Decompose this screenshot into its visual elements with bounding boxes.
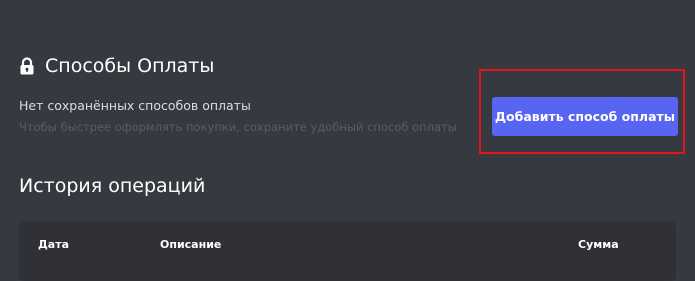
transaction-history-title: История операций (19, 175, 206, 197)
column-header-amount: Сумма (578, 238, 619, 251)
payment-methods-header: Способы Оплаты (19, 54, 214, 78)
transaction-history-table: Дата Описание Сумма (19, 221, 676, 281)
add-payment-method-button[interactable]: Добавить способ оплаты (492, 97, 678, 136)
payment-methods-title: Способы Оплаты (45, 55, 215, 77)
column-header-date: Дата (38, 238, 70, 251)
no-payment-methods-hint: Чтобы быстрее оформлять покупки, сохрани… (19, 120, 457, 134)
column-header-description: Описание (160, 238, 222, 251)
lock-icon (19, 57, 35, 75)
no-payment-methods-text: Нет сохранённых способов оплаты (19, 98, 251, 113)
